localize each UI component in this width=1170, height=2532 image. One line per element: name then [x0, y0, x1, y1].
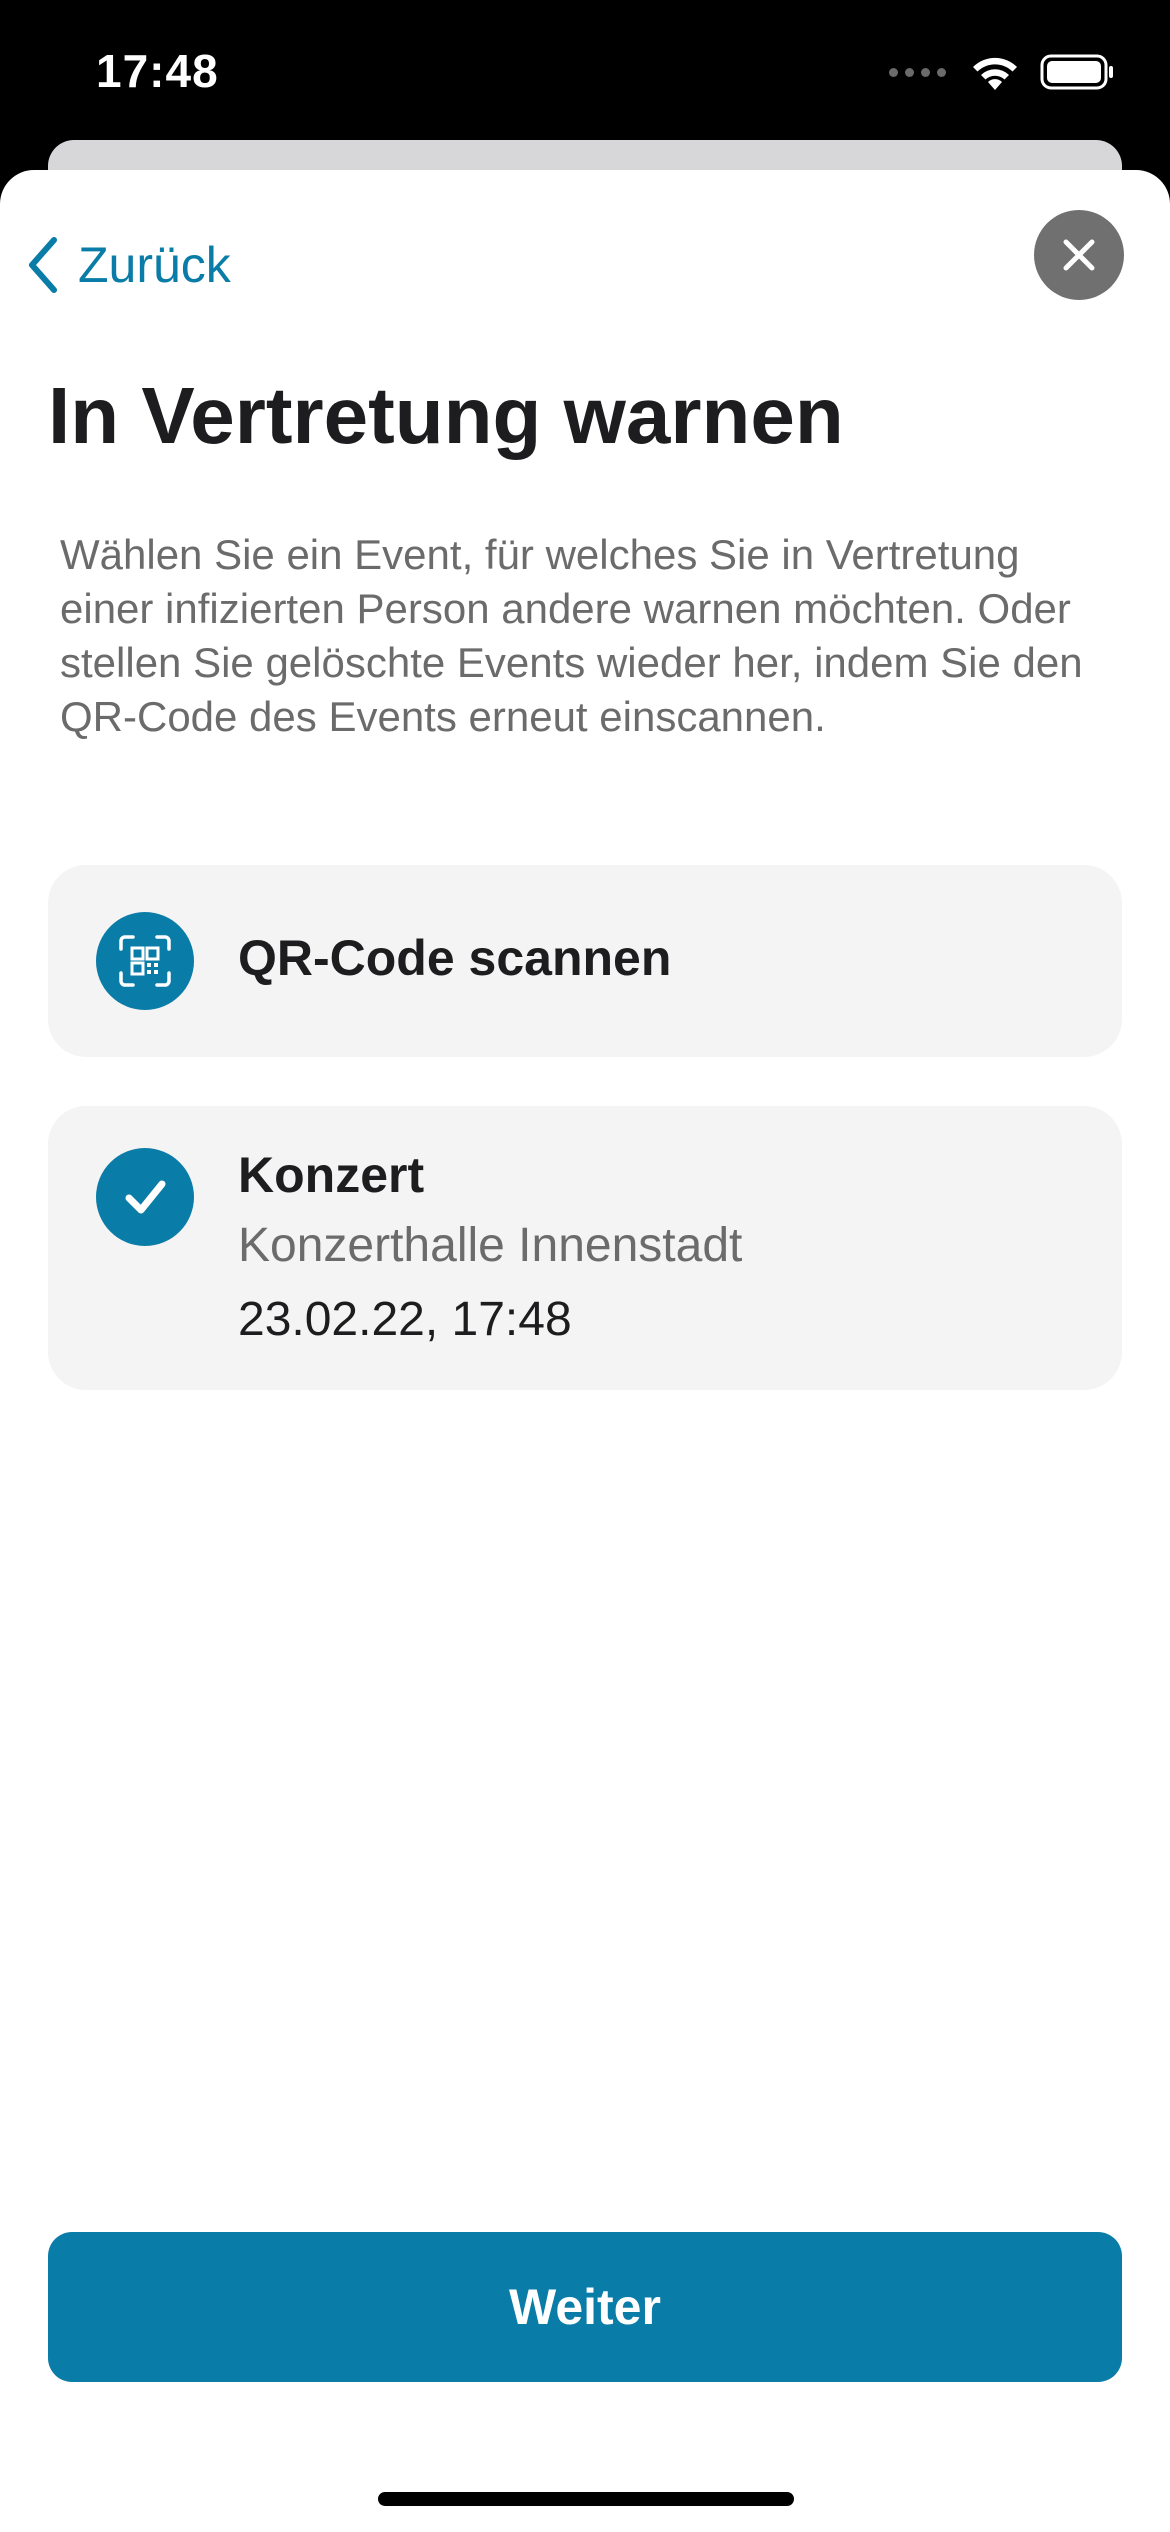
scan-qr-code-label: QR-Code scannen	[238, 930, 672, 986]
close-icon	[1063, 239, 1095, 271]
cellular-signal-icon	[889, 67, 946, 77]
modal-sheet: Zurück In Vertretung warnen Wählen Sie e…	[0, 170, 1170, 2532]
status-time: 17:48	[96, 45, 219, 97]
back-button[interactable]: Zurück	[26, 230, 231, 300]
continue-button[interactable]: Weiter	[48, 2232, 1122, 2382]
event-datetime: 23.02.22, 17:48	[238, 1293, 572, 1346]
checkmark-icon	[96, 1148, 194, 1246]
chevron-left-icon	[29, 237, 57, 293]
page-title: In Vertretung warnen	[48, 371, 844, 460]
event-card[interactable]: Konzert Konzerthalle Innenstadt 23.02.22…	[48, 1106, 1122, 1390]
event-name: Konzert	[238, 1147, 425, 1203]
qr-code-scan-icon	[96, 912, 194, 1010]
page-description: Wählen Sie ein Event, für welches Sie in…	[60, 531, 1083, 740]
status-bar: 17:48	[0, 0, 1170, 150]
back-button-label: Zurück	[78, 237, 231, 293]
close-button[interactable]	[1034, 210, 1124, 300]
event-location: Konzerthalle Innenstadt	[238, 1219, 743, 1272]
home-indicator	[378, 2492, 794, 2506]
scan-qr-code-card[interactable]: QR-Code scannen	[48, 865, 1122, 1057]
wifi-icon	[973, 57, 1017, 90]
battery-icon	[1040, 54, 1113, 90]
status-icons	[889, 52, 1116, 92]
